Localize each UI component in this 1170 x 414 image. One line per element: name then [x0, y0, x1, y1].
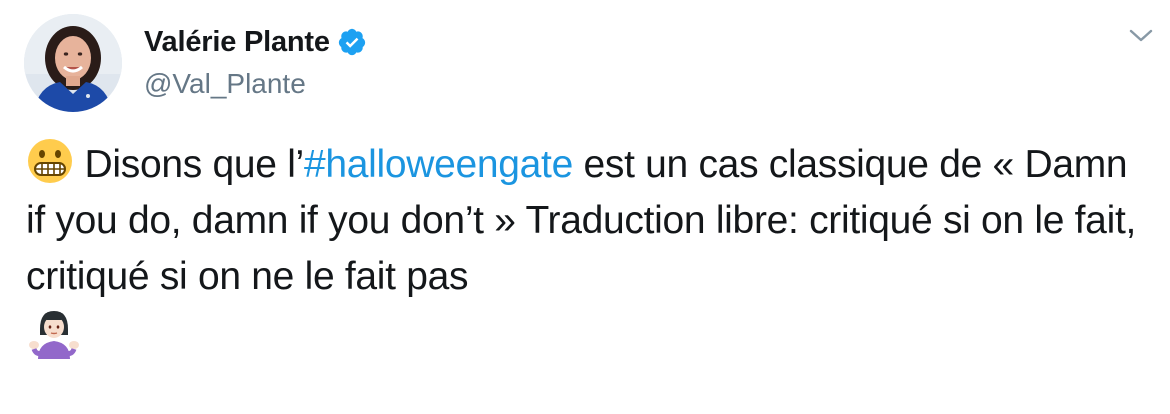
- tweet-text-part-1: Disons que l’: [84, 143, 305, 186]
- name-row: Valérie Plante: [144, 22, 367, 62]
- handle[interactable]: @Val_Plante: [144, 68, 367, 100]
- avatar[interactable]: [24, 14, 122, 112]
- chevron-down-icon[interactable]: [1128, 26, 1154, 46]
- hashtag-link[interactable]: #halloweengate: [304, 143, 573, 186]
- tweet-text: Disons que l’#halloweengate est un cas c…: [26, 137, 1151, 361]
- tweet: Valérie Plante @Val_Plante Disons que l’…: [0, 0, 1170, 414]
- grimacing-face-emoji: [26, 137, 74, 185]
- author-block: Valérie Plante @Val_Plante: [144, 22, 367, 100]
- person-shrugging-emoji: [26, 305, 82, 361]
- verified-badge-icon: [337, 27, 367, 57]
- display-name[interactable]: Valérie Plante: [144, 26, 330, 59]
